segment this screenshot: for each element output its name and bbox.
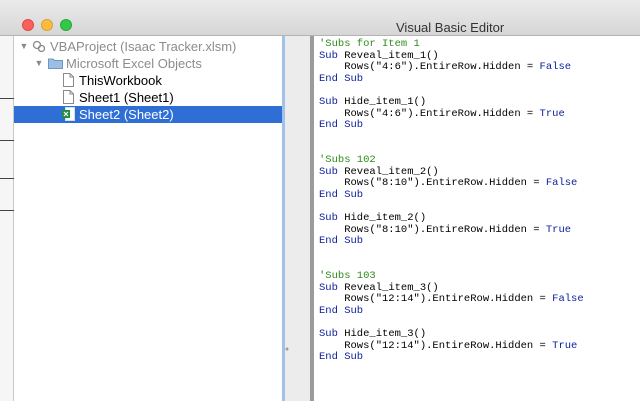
close-icon[interactable] [22, 19, 34, 31]
code-keyword: True [552, 339, 578, 352]
zoom-icon[interactable] [60, 19, 72, 31]
window-title: Visual Basic Editor [396, 20, 505, 35]
tree-item-sheet2[interactable]: Sheet2 (Sheet2) [14, 106, 282, 123]
code-statement: Rows("12:14").EntireRow.Hidden = [319, 339, 553, 352]
code-line: End Sub [319, 73, 363, 85]
code-statement: Rows("12:14").EntireRow.Hidden = [319, 293, 553, 306]
code-line: Rows("12:14").EntireRow.Hidden = True [319, 340, 577, 352]
code-comment: 'Subs 102 [319, 154, 376, 166]
background-sheet-edge [0, 36, 14, 401]
tree-item-thisworkbook[interactable]: ThisWorkbook [14, 72, 282, 89]
code-keyword: Sub [319, 281, 338, 294]
code-keyword: Sub [319, 328, 338, 340]
code-keyword: Sub [319, 49, 338, 62]
code-keyword: True [539, 107, 565, 120]
tree-item-label: Sheet2 (Sheet2) [79, 107, 174, 122]
tree-node-folder[interactable]: ▼ Microsoft Excel Objects [14, 55, 282, 72]
code-sub-name: Reveal_item_1() [337, 49, 439, 62]
code-keyword: False [539, 61, 572, 74]
code-line: End Sub [319, 235, 363, 247]
disclosure-triangle-icon[interactable]: ▼ [19, 41, 29, 51]
code-line: Sub Reveal_item_2() [319, 166, 439, 178]
document-icon [63, 73, 74, 87]
tree-node-project[interactable]: ▼ VBAProject (Isaac Tracker.xlsm) [14, 38, 282, 55]
code-line: End Sub [319, 305, 363, 317]
code-comment: 'Subs 103 [319, 270, 376, 282]
code-keyword: Sub [319, 96, 338, 108]
code-comment: 'Subs for Item 1 [319, 38, 420, 50]
code-statement: Rows("8:10").EntireRow.Hidden = [319, 223, 546, 236]
code-line: 'Subs for Item 1 [319, 38, 420, 50]
code-line: Rows("8:10").EntireRow.Hidden = True [319, 224, 571, 236]
code-keyword: Sub [319, 165, 338, 178]
code-line: 'Subs 102 [319, 154, 376, 166]
tree-item-label: ThisWorkbook [79, 73, 162, 88]
vba-project-icon [32, 40, 46, 53]
code-statement: Rows("4:6").EntireRow.Hidden = [319, 107, 540, 120]
code-sub-name: Reveal_item_2() [337, 165, 439, 178]
code-line: End Sub [319, 351, 363, 363]
tree-item-sheet1[interactable]: Sheet1 (Sheet1) [14, 89, 282, 106]
code-line: Rows("4:6").EntireRow.Hidden = False [319, 61, 571, 73]
code-keyword: End Sub [319, 304, 364, 317]
folder-label: Microsoft Excel Objects [66, 56, 202, 71]
excel-sheet-icon [62, 107, 75, 121]
code-line: Rows("8:10").EntireRow.Hidden = False [319, 177, 577, 189]
code-line: Sub Reveal_item_3() [319, 282, 439, 294]
tree-item-label: Sheet1 (Sheet1) [79, 90, 174, 105]
document-icon [63, 90, 74, 104]
minimize-icon[interactable] [41, 19, 53, 31]
project-explorer: ▼ VBAProject (Isaac Tracker.xlsm) ▼ Micr… [14, 36, 282, 401]
code-line: Rows("4:6").EntireRow.Hidden = True [319, 108, 565, 120]
code-statement: Rows("8:10").EntireRow.Hidden = [319, 177, 546, 190]
code-keyword: Sub [319, 212, 338, 224]
code-keyword: False [552, 293, 584, 306]
code-line: Rows("12:14").EntireRow.Hidden = False [319, 293, 584, 306]
code-keyword: End Sub [319, 188, 364, 201]
code-keyword: True [545, 223, 572, 236]
code-keyword: False [545, 177, 578, 190]
project-label: VBAProject (Isaac Tracker.xlsm) [50, 39, 237, 54]
code-line: Sub Reveal_item_1() [319, 50, 439, 62]
code-keyword: End Sub [319, 235, 364, 248]
code-sub-name: Hide_item_2() [337, 212, 427, 224]
code-editor[interactable]: 'Subs for Item 1 Sub Reveal_item_1() Rows… [314, 36, 640, 401]
pane-splitter[interactable] [282, 36, 310, 401]
code-line: Sub Hide_item_1() [319, 96, 426, 108]
folder-icon [48, 58, 63, 69]
splitter-handle-icon[interactable] [285, 347, 289, 351]
code-sub-name: Hide_item_3() [337, 328, 427, 340]
title-bar: Visual Basic Editor [0, 0, 640, 36]
code-line: 'Subs 103 [319, 270, 376, 282]
code-line: Sub Hide_item_2() [319, 212, 426, 224]
code-sub-name: Hide_item_1() [337, 96, 427, 108]
code-statement: Rows("4:6").EntireRow.Hidden = [319, 61, 540, 74]
code-line: Sub Hide_item_3() [319, 328, 426, 340]
code-line: End Sub [319, 189, 363, 201]
code-sub-name: Reveal_item_3() [337, 281, 439, 294]
code-line: End Sub [319, 119, 363, 131]
code-keyword: End Sub [319, 351, 364, 364]
code-keyword: End Sub [319, 72, 364, 85]
disclosure-triangle-icon[interactable]: ▼ [34, 58, 44, 68]
code-keyword: End Sub [319, 119, 364, 132]
